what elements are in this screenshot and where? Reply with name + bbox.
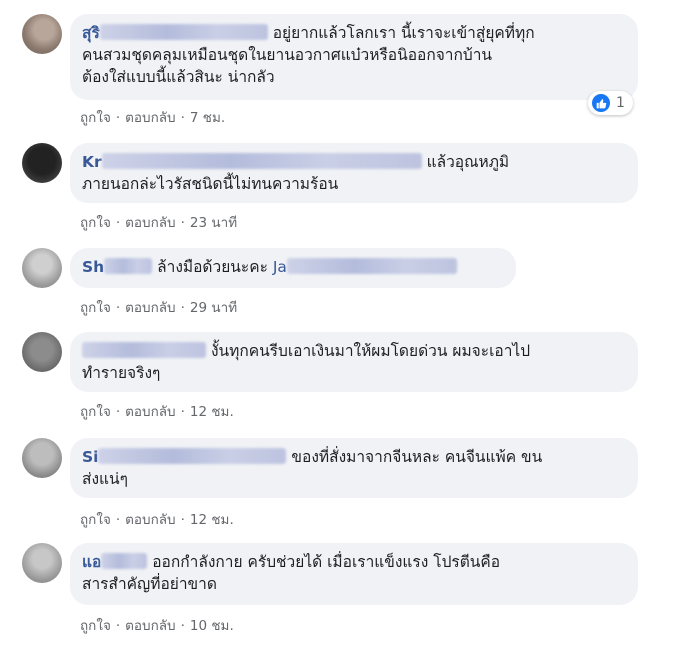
tagged-user[interactable]: Ja <box>273 258 287 276</box>
separator: · <box>115 512 121 528</box>
separator: · <box>180 110 185 126</box>
timestamp[interactable]: 29 นาที <box>190 300 237 316</box>
redacted-name <box>101 553 148 569</box>
comment-text-line: ของที่สั่งมาจากจีนหละ คนจีนแพ้ค ขน <box>291 448 543 466</box>
comment-actions: ถูกใจ · ตอบกลับ · 12 ชม. <box>80 508 234 530</box>
comment-text-line: แล้วอุณหภูมิ <box>426 153 510 171</box>
like-link[interactable]: ถูกใจ <box>80 618 111 634</box>
comment-actions: ถูกใจ · ตอบกลับ · 29 นาที <box>80 296 237 318</box>
separator: · <box>180 618 185 634</box>
comment-actions: ถูกใจ · ตอบกลับ · 12 ชม. <box>80 400 234 422</box>
reaction-count[interactable]: 1 <box>588 91 633 115</box>
reply-link[interactable]: ตอบกลับ <box>125 215 175 231</box>
redacted-name <box>98 448 287 464</box>
comment-bubble: Si ของที่สั่งมาจากจีนหละ คนจีนแพ้ค ขน ส่… <box>70 438 638 498</box>
comment-bubble: Sh ล้างมือด้วยนะคะ Ja <box>70 248 516 288</box>
comment-text-line: ทำรายจริงๆ <box>82 364 161 382</box>
timestamp[interactable]: 12 ชม. <box>190 404 234 420</box>
like-link[interactable]: ถูกใจ <box>80 110 111 126</box>
timestamp[interactable]: 10 ชม. <box>190 618 234 634</box>
comment-actions: ถูกใจ · ตอบกลับ · 23 นาที <box>80 211 237 233</box>
reply-link[interactable]: ตอบกลับ <box>125 512 175 528</box>
comment-bubble: สุริ อยู่ยากแล้วโลกเรา นี้เราจะเข้าสู่ยุ… <box>70 14 638 100</box>
avatar[interactable] <box>22 143 62 183</box>
like-link[interactable]: ถูกใจ <box>80 300 111 316</box>
like-link[interactable]: ถูกใจ <box>80 404 111 420</box>
commenter-name[interactable]: สุริ <box>82 24 100 42</box>
comment-text-line: ล้างมือด้วยนะคะ <box>157 258 268 276</box>
comment-bubble: งั้นทุกคนรีบเอาเงินมาให้ผมโดยด่วน ผมจะเอ… <box>70 332 638 392</box>
redacted-name <box>101 153 422 169</box>
avatar[interactable] <box>22 14 62 54</box>
comment-text-line: อยู่ยากแล้วโลกเรา นี้เราจะเข้าสู่ยุคที่ท… <box>272 24 535 42</box>
separator: · <box>180 404 185 420</box>
comment-text-line: คนสวมชุดคลุมเหมือนชุดในยานอวกาศแบ๋วหรือน… <box>82 46 493 64</box>
separator: · <box>180 215 185 231</box>
comment-text-line: งั้นทุกคนรีบเอาเงินมาให้ผมโดยด่วน ผมจะเอ… <box>210 342 531 360</box>
separator: · <box>180 300 185 316</box>
comment-bubble: Kr แล้วอุณหภูมิ ภายนอกล่ะไวรัสชนิดนี้ไม่… <box>70 143 638 203</box>
comment-text-line: สารสำคัญที่อย่าขาด <box>82 575 217 593</box>
reply-link[interactable]: ตอบกลับ <box>125 110 175 126</box>
timestamp[interactable]: 23 นาที <box>190 215 237 231</box>
commenter-name[interactable]: Sh <box>82 258 104 276</box>
reply-link[interactable]: ตอบกลับ <box>125 618 175 634</box>
redacted-name <box>82 342 206 358</box>
comment-text-line: ต้องใส่แบบนี้แล้วสินะ น่ากลัว <box>82 68 275 86</box>
comment-actions: ถูกใจ · ตอบกลับ · 7 ชม. <box>80 106 225 128</box>
commenter-name[interactable]: Kr <box>82 153 102 171</box>
comment-actions: ถูกใจ · ตอบกลับ · 10 ชม. <box>80 614 234 636</box>
separator: · <box>115 215 121 231</box>
comment-text-line: ออกกำลังกาย ครับช่วยได้ เมื่อเราแข็งแรง … <box>152 553 501 571</box>
separator: · <box>115 618 121 634</box>
redacted-name <box>104 258 153 274</box>
redacted-name <box>99 24 268 40</box>
commenter-name[interactable]: Si <box>82 448 98 466</box>
separator: · <box>115 300 121 316</box>
comment-text-line: ส่งแน่ๆ <box>82 470 128 488</box>
like-thumb-icon <box>592 94 610 112</box>
timestamp[interactable]: 7 ชม. <box>190 110 225 126</box>
avatar[interactable] <box>22 332 62 372</box>
avatar[interactable] <box>22 438 62 478</box>
separator: · <box>180 512 185 528</box>
like-link[interactable]: ถูกใจ <box>80 215 111 231</box>
avatar[interactable] <box>22 543 62 583</box>
comment-text-line: ภายนอกล่ะไวรัสชนิดนี้ไม่ทนความร้อน <box>82 175 339 193</box>
reply-link[interactable]: ตอบกลับ <box>125 300 175 316</box>
commenter-name[interactable]: แอ <box>82 553 101 571</box>
separator: · <box>115 404 121 420</box>
separator: · <box>115 110 121 126</box>
redacted-tag <box>286 258 457 274</box>
comment-bubble: แอ ออกกำลังกาย ครับช่วยได้ เมื่อเราแข็งแ… <box>70 543 638 605</box>
timestamp[interactable]: 12 ชม. <box>190 512 234 528</box>
reply-link[interactable]: ตอบกลับ <box>125 404 175 420</box>
reaction-count-value: 1 <box>616 95 625 111</box>
avatar[interactable] <box>22 248 62 288</box>
like-link[interactable]: ถูกใจ <box>80 512 111 528</box>
